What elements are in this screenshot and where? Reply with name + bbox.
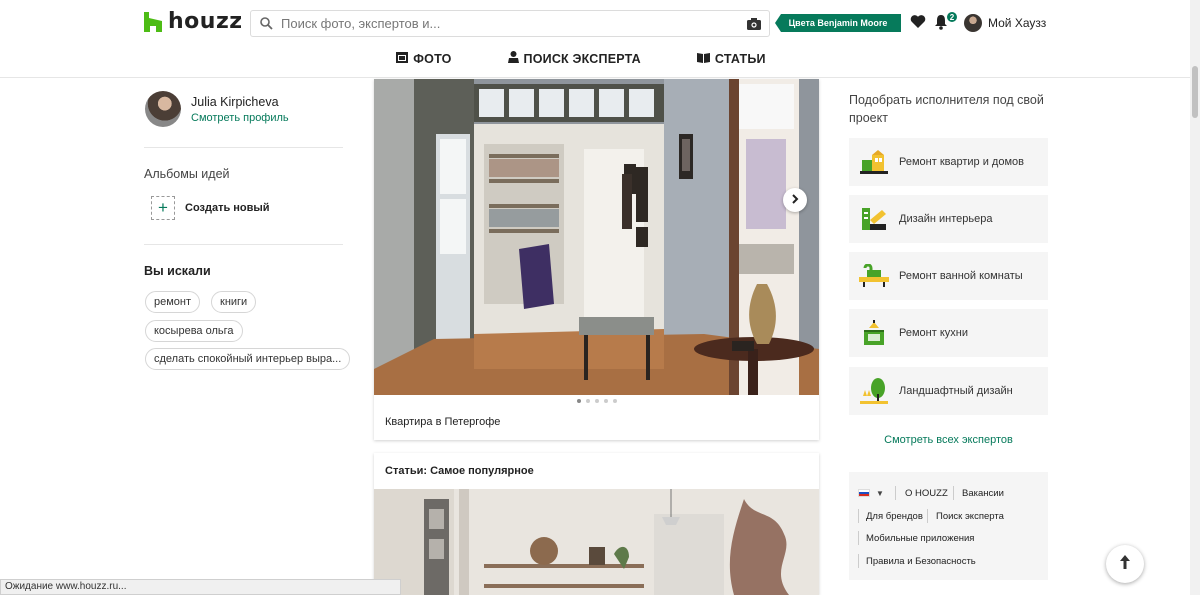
user-avatar[interactable] bbox=[964, 14, 982, 32]
site-header: houzz Цвета Benjamin Moore 2 Мой Хаузз Ф… bbox=[0, 0, 1190, 78]
separator bbox=[858, 531, 859, 545]
notification-badge: 2 bbox=[946, 11, 958, 23]
interior-photo[interactable] bbox=[374, 79, 819, 395]
create-album-button[interactable]: + bbox=[151, 196, 175, 220]
promo-banner-button[interactable]: Цвета Benjamin Moore bbox=[775, 14, 901, 32]
find-pro-title: Подобрать исполнителя под свой проект bbox=[849, 93, 1044, 125]
searched-title: Вы искали bbox=[144, 264, 211, 278]
houzz-logo[interactable]: houzz bbox=[144, 9, 243, 34]
service-bathroom[interactable]: Ремонт ванной комнаты bbox=[849, 252, 1048, 300]
caret-down-icon[interactable]: ▼ bbox=[876, 489, 884, 498]
arrow-up-icon bbox=[1119, 554, 1131, 575]
camera-icon[interactable] bbox=[739, 17, 769, 30]
brands-link[interactable]: Для брендов bbox=[866, 511, 923, 522]
interior-design-icon bbox=[849, 206, 899, 232]
photo-card[interactable]: Квартира в Петергофе bbox=[374, 79, 819, 440]
service-label: Ремонт ванной комнаты bbox=[899, 270, 1023, 282]
logo-text: houzz bbox=[168, 9, 243, 34]
profile-name[interactable]: Julia Kirpicheva bbox=[191, 95, 279, 109]
search-tag[interactable]: ремонт bbox=[145, 291, 201, 313]
jobs-link[interactable]: Вакансии bbox=[962, 488, 1004, 499]
chevron-right-icon bbox=[791, 191, 799, 209]
profile-avatar[interactable] bbox=[145, 91, 181, 127]
carousel-dot[interactable] bbox=[603, 399, 608, 403]
bathroom-icon bbox=[849, 264, 899, 288]
landscape-icon bbox=[849, 378, 899, 404]
scrollbar-thumb[interactable] bbox=[1192, 66, 1198, 118]
service-label: Ремонт кухни bbox=[899, 327, 968, 339]
nav-photos-label: ФОТО bbox=[413, 51, 452, 66]
albums-title: Альбомы идей bbox=[144, 167, 230, 181]
book-icon bbox=[696, 52, 710, 66]
carousel-dot[interactable] bbox=[612, 399, 617, 403]
heart-icon[interactable] bbox=[910, 14, 926, 34]
article-photo[interactable] bbox=[374, 489, 819, 595]
person-icon bbox=[507, 51, 519, 66]
carousel-dot[interactable] bbox=[576, 399, 581, 403]
scroll-to-top-button[interactable] bbox=[1106, 545, 1144, 583]
separator bbox=[927, 509, 928, 523]
service-interior-design[interactable]: Дизайн интерьера bbox=[849, 195, 1048, 243]
house-renovation-icon bbox=[849, 150, 899, 174]
service-landscape[interactable]: Ландшафтный дизайн bbox=[849, 367, 1048, 415]
footer-links: ▼ О HOUZZ Вакансии Для брендов Поиск экс… bbox=[849, 472, 1048, 580]
articles-title: Статьи: Самое популярное bbox=[385, 465, 534, 477]
separator bbox=[858, 554, 859, 568]
browser-status-bar: Ожидание www.houzz.ru... bbox=[0, 579, 401, 595]
separator bbox=[858, 509, 859, 523]
articles-card[interactable]: Статьи: Самое популярное bbox=[374, 453, 819, 595]
create-album-label[interactable]: Создать новый bbox=[185, 202, 270, 214]
view-profile-link[interactable]: Смотреть профиль bbox=[191, 112, 289, 124]
search-input[interactable] bbox=[281, 16, 739, 31]
nav-find-pro-label: ПОИСК ЭКСПЕРТА bbox=[523, 51, 641, 66]
houzz-logo-icon bbox=[144, 11, 162, 32]
russia-flag-icon[interactable] bbox=[858, 489, 870, 497]
separator bbox=[953, 486, 954, 500]
service-label: Ремонт квартир и домов bbox=[899, 156, 1024, 168]
find-pro-footer-link[interactable]: Поиск эксперта bbox=[936, 511, 1004, 522]
photo-icon bbox=[396, 51, 409, 66]
search-tag[interactable]: сделать спокойный интерьер выра... bbox=[145, 348, 351, 370]
nav-articles[interactable]: СТАТЬИ bbox=[669, 51, 794, 66]
page-scrollbar[interactable] bbox=[1190, 0, 1200, 595]
kitchen-icon bbox=[849, 320, 899, 346]
divider bbox=[144, 147, 343, 148]
carousel-dot[interactable] bbox=[585, 399, 590, 403]
service-label: Ландшафтный дизайн bbox=[899, 385, 1013, 397]
search-icon bbox=[251, 17, 281, 30]
carousel-next-button[interactable] bbox=[783, 188, 807, 212]
photo-caption[interactable]: Квартира в Петергофе bbox=[385, 416, 500, 428]
service-label: Дизайн интерьера bbox=[899, 213, 993, 225]
carousel-dots bbox=[374, 399, 819, 403]
see-all-pros-link[interactable]: Смотреть всех экспертов bbox=[849, 434, 1048, 446]
nav-find-pro[interactable]: ПОИСК ЭКСПЕРТА bbox=[480, 51, 669, 66]
rules-link[interactable]: Правила и Безопасность bbox=[866, 556, 976, 567]
nav-articles-label: СТАТЬИ bbox=[714, 51, 766, 66]
separator bbox=[895, 486, 896, 500]
service-kitchen[interactable]: Ремонт кухни bbox=[849, 309, 1048, 357]
nav-photos[interactable]: ФОТО bbox=[396, 51, 479, 66]
search-tag[interactable]: книги bbox=[211, 291, 257, 313]
plus-icon: + bbox=[158, 198, 168, 217]
about-link[interactable]: О HOUZZ bbox=[905, 488, 948, 499]
my-houzz-link[interactable]: Мой Хаузз bbox=[988, 16, 1046, 30]
divider bbox=[144, 244, 343, 245]
service-renovation[interactable]: Ремонт квартир и домов bbox=[849, 138, 1048, 186]
carousel-dot[interactable] bbox=[594, 399, 599, 403]
mobile-apps-link[interactable]: Мобильные приложения bbox=[866, 533, 974, 544]
search-bar[interactable] bbox=[250, 10, 770, 37]
main-nav: ФОТО ПОИСК ЭКСПЕРТА СТАТЬИ bbox=[0, 51, 1190, 66]
search-tag[interactable]: косырева ольга bbox=[145, 320, 243, 342]
